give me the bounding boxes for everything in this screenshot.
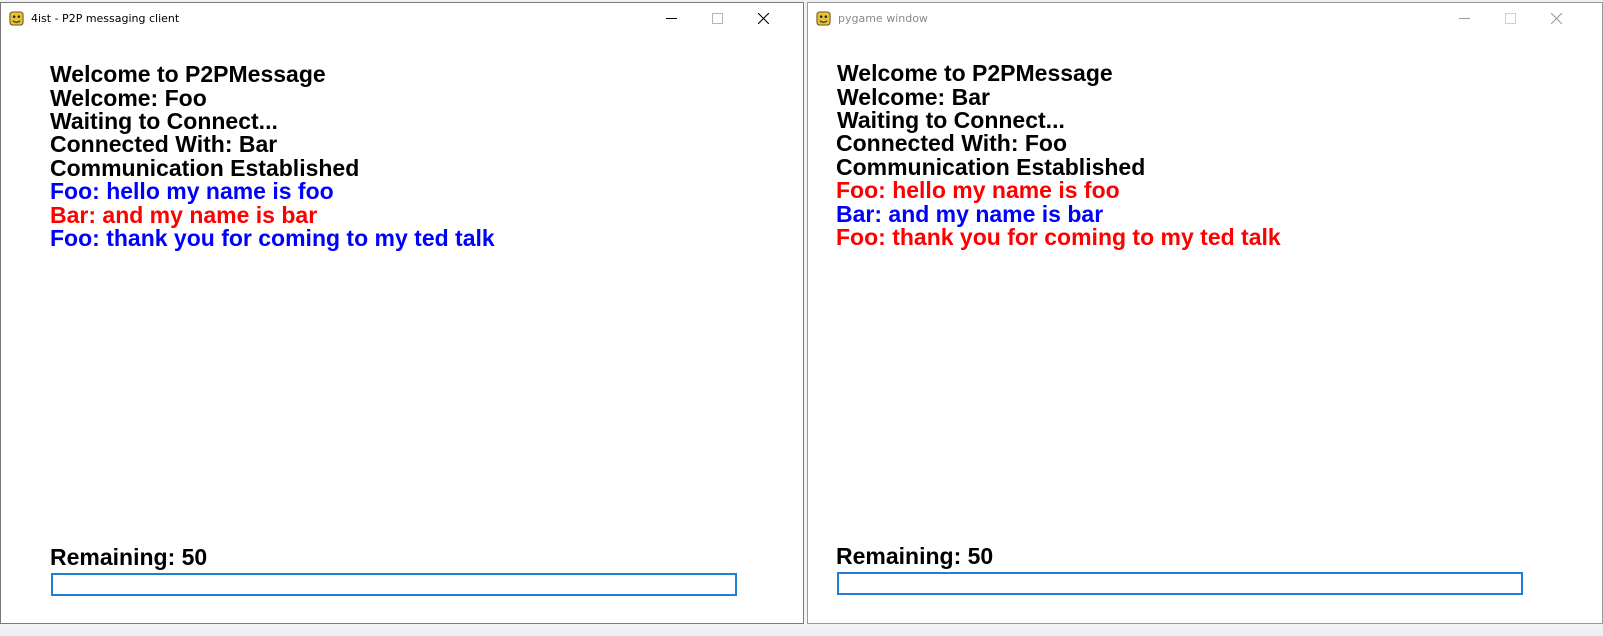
message-input[interactable] (837, 572, 1523, 595)
chat-line: Waiting to Connect... (837, 107, 1065, 133)
maximize-button[interactable] (1488, 3, 1534, 33)
close-icon (1551, 13, 1562, 24)
message-input[interactable] (51, 573, 737, 596)
chat-line: Communication Established (50, 155, 360, 181)
title-bar[interactable]: pygame window (808, 3, 1602, 33)
message-line: Foo: hello my name is foo (50, 178, 334, 204)
chat-line: Connected With: Bar (50, 131, 278, 157)
window-foo-client: 4ist - P2P messaging client Welcome to P… (0, 2, 804, 624)
title-bar[interactable]: 4ist - P2P messaging client (1, 3, 803, 33)
window-title: 4ist - P2P messaging client (31, 12, 180, 25)
message-line: Bar: and my name is bar (50, 202, 318, 228)
maximize-button[interactable] (695, 3, 741, 33)
remaining-counter: Remaining: 50 (50, 544, 208, 570)
window-bar-client: pygame window Welcome to P2PMessage Welc… (807, 2, 1603, 624)
chat-line: Waiting to Connect... (50, 108, 278, 134)
desktop: 4ist - P2P messaging client Welcome to P… (0, 0, 1603, 636)
background-window-strip (0, 628, 1603, 636)
close-button[interactable] (741, 3, 787, 33)
pygame-canvas: Welcome to P2PMessage Welcome: Bar Waiti… (808, 33, 1602, 623)
chat-line: Communication Established (836, 154, 1146, 180)
maximize-icon (1505, 13, 1516, 24)
minimize-button[interactable] (649, 3, 695, 33)
chat-line: Welcome: Foo (50, 85, 207, 111)
pygame-canvas: Welcome to P2PMessage Welcome: Foo Waiti… (1, 33, 803, 623)
chat-line: Welcome: Bar (837, 84, 990, 110)
message-line: Bar: and my name is bar (836, 201, 1104, 227)
maximize-icon (712, 13, 723, 24)
message-line: Foo: hello my name is foo (836, 177, 1120, 203)
chat-line: Welcome to P2PMessage (50, 61, 326, 87)
close-button[interactable] (1534, 3, 1580, 33)
pygame-snake-icon (9, 11, 24, 26)
minimize-icon (666, 18, 677, 19)
window-title: pygame window (838, 12, 928, 25)
message-line: Foo: thank you for coming to my ted talk (50, 225, 495, 251)
close-icon (758, 13, 769, 24)
pygame-snake-icon (816, 11, 831, 26)
chat-line: Welcome to P2PMessage (837, 60, 1113, 86)
remaining-counter: Remaining: 50 (836, 543, 994, 569)
minimize-icon (1459, 18, 1470, 19)
minimize-button[interactable] (1442, 3, 1488, 33)
chat-line: Connected With: Foo (836, 130, 1068, 156)
message-line: Foo: thank you for coming to my ted talk (836, 224, 1281, 250)
